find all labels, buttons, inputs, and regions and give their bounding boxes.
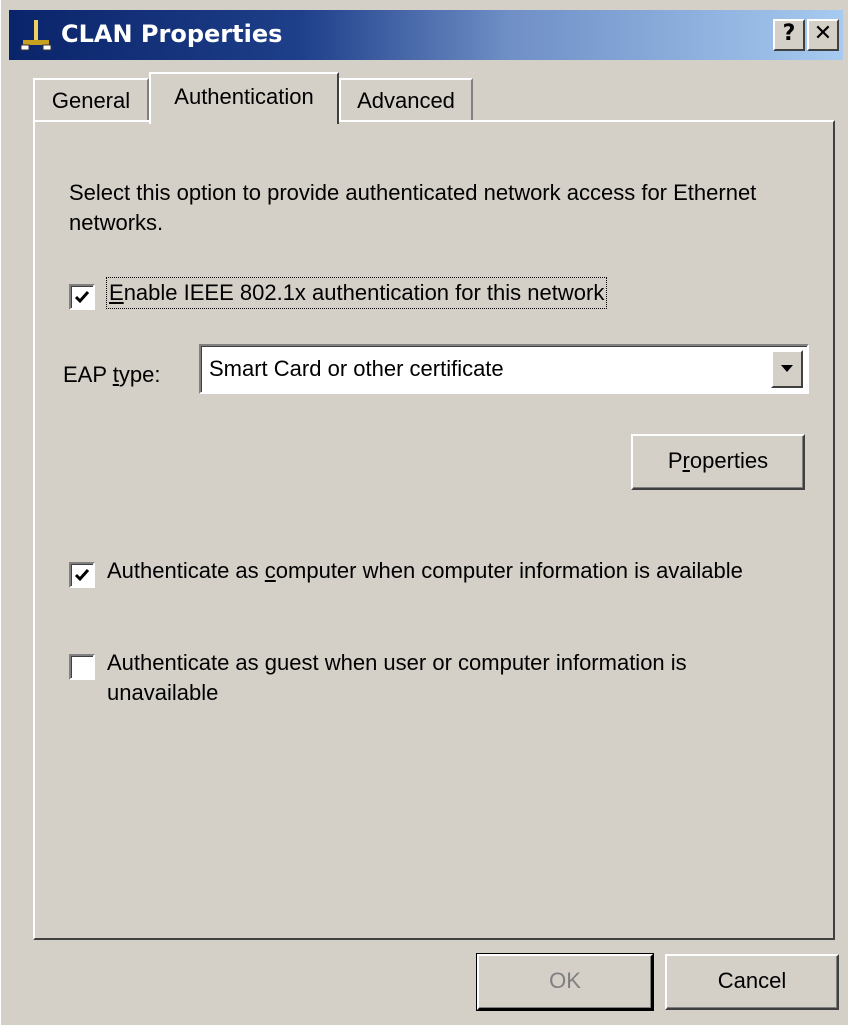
network-connection-icon bbox=[19, 18, 53, 52]
tab-advanced[interactable]: Advanced bbox=[339, 78, 473, 120]
auth-as-computer-label[interactable]: Authenticate as computer when computer i… bbox=[107, 556, 767, 586]
checkmark-icon bbox=[74, 569, 90, 582]
title-bar[interactable]: CLAN Properties ? ✕ bbox=[9, 10, 843, 60]
properties-button[interactable]: Properties bbox=[631, 434, 805, 490]
dropdown-arrow-button[interactable] bbox=[771, 350, 803, 388]
enable-8021x-checkbox[interactable] bbox=[69, 284, 95, 310]
eap-type-select[interactable]: Smart Card or other certificate bbox=[199, 344, 809, 394]
auth-as-computer-checkbox[interactable] bbox=[69, 562, 95, 588]
auth-as-guest-label[interactable]: Authenticate as guest when user or compu… bbox=[107, 648, 787, 708]
eap-type-label: EAP type: bbox=[63, 362, 161, 387]
window-title: CLAN Properties bbox=[61, 20, 283, 48]
eap-type-value: Smart Card or other certificate bbox=[209, 356, 504, 381]
tab-authentication[interactable]: Authentication bbox=[149, 72, 339, 124]
enable-8021x-label[interactable]: Enable IEEE 802.1x authentication for th… bbox=[105, 277, 608, 309]
authentication-panel: Select this option to provide authentica… bbox=[33, 120, 835, 940]
description-text: Select this option to provide authentica… bbox=[69, 180, 757, 235]
close-button[interactable]: ✕ bbox=[807, 19, 839, 51]
checkmark-icon bbox=[74, 291, 90, 304]
auth-as-guest-checkbox[interactable] bbox=[69, 654, 95, 680]
help-button[interactable]: ? bbox=[773, 19, 805, 51]
chevron-down-icon bbox=[781, 365, 793, 372]
tab-general[interactable]: General bbox=[33, 78, 149, 120]
ok-button[interactable]: OK bbox=[476, 953, 654, 1011]
cancel-button[interactable]: Cancel bbox=[665, 954, 839, 1010]
clan-properties-dialog: CLAN Properties ? ✕ General Authenticati… bbox=[0, 0, 848, 1025]
